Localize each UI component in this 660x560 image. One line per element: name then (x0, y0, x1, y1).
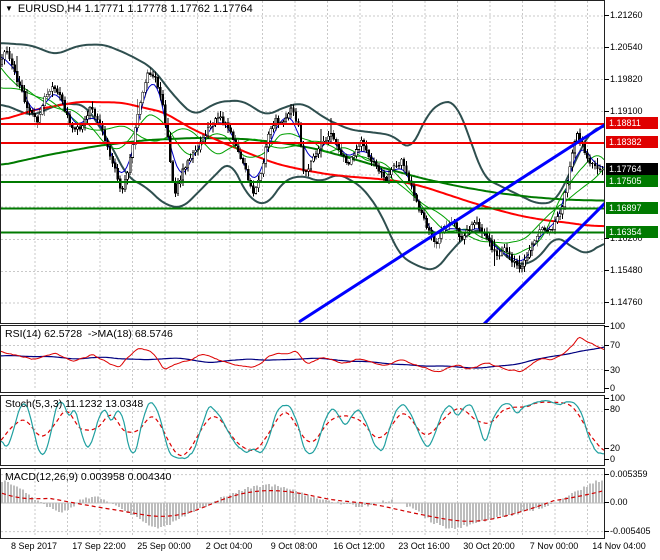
current-price-badge: 1.17764 (606, 163, 658, 175)
macd-label: MACD(12,26,9) 0.003958 0.004340 (5, 471, 172, 483)
stoch-tick: 20 (603, 443, 621, 453)
support-badge: 1.16354 (606, 226, 658, 238)
stochastic-panel[interactable]: Stoch(5,3,3) 11.1232 13.0348 (0, 395, 605, 466)
macd-panel[interactable]: MACD(12,26,9) 0.003958 0.004340 (0, 468, 605, 539)
price-tick: 1.21260 (604, 10, 643, 20)
stoch-tick: 80 (603, 404, 621, 414)
rsi-tick: 70 (603, 340, 621, 350)
macd-tick: 0.00 (604, 497, 628, 507)
chart-title: EURUSD,H4 1.17771 1.17778 1.17762 1.1776… (17, 3, 253, 15)
stochastic-label: Stoch(5,3,3) 11.1232 13.0348 (5, 398, 144, 410)
resistance-badge: 1.18811 (606, 117, 658, 129)
rsi-label: RSI(14) 62.5728 ->MA(18) 68.5746 (5, 328, 173, 340)
support-badge: 1.17505 (606, 175, 658, 187)
stoch-tick: 0 (603, 454, 616, 464)
price-chart-canvas[interactable] (1, 1, 604, 323)
macd-tick: -0.005405 (604, 526, 651, 536)
time-axis: 8 Sep 2017 17 Sep 22:00 25 Sep 00:00 2 O… (0, 541, 660, 555)
rsi-panel[interactable]: RSI(14) 62.5728 ->MA(18) 68.5746 (0, 325, 605, 393)
support-badge: 1.16897 (606, 202, 658, 214)
time-label: 14 Nov 04:00 (592, 541, 646, 551)
price-tick: 1.14760 (604, 297, 643, 307)
price-tick: 1.20540 (604, 42, 643, 52)
price-tick: 1.19820 (604, 74, 643, 84)
macd-tick: 0.005359 (604, 469, 648, 479)
main-chart-panel[interactable]: ▼ EURUSD,H4 1.17771 1.17778 1.17762 1.17… (0, 0, 605, 324)
stoch-tick: 100 (603, 393, 626, 403)
price-tick: 1.19100 (604, 106, 643, 116)
chart-title-row: ▼ EURUSD,H4 1.17771 1.17778 1.17762 1.17… (5, 3, 253, 15)
mt4-chart-window: ▼ EURUSD,H4 1.17771 1.17778 1.17762 1.17… (0, 0, 660, 560)
rsi-tick: 30 (603, 365, 621, 375)
price-tick: 1.15480 (604, 265, 643, 275)
rsi-tick: 100 (603, 321, 626, 331)
chart-dropdown-icon[interactable]: ▼ (5, 4, 13, 14)
resistance-badge: 1.18382 (606, 136, 658, 148)
